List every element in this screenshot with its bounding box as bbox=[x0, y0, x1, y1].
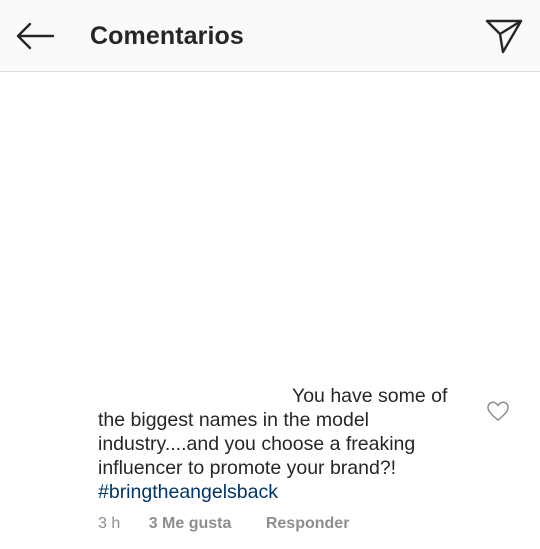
paper-plane-icon bbox=[485, 19, 523, 54]
page-title: Comentarios bbox=[90, 22, 244, 50]
comment-meta: 3 h 3 Me gusta Responder bbox=[98, 514, 349, 534]
comment-time: 3 h bbox=[98, 515, 121, 532]
arrow-left-icon bbox=[16, 22, 55, 50]
top-bar: Comentarios bbox=[0, 0, 540, 72]
comment-likes[interactable]: 3 Me gusta bbox=[149, 515, 232, 532]
hashtag-link[interactable]: #bringtheangelsback bbox=[98, 481, 278, 503]
comment-body: You have some of the biggest names in th… bbox=[98, 384, 470, 504]
comment: You have some of the biggest names in th… bbox=[98, 384, 470, 504]
comment-text: You have some of the biggest names in th… bbox=[98, 385, 448, 479]
like-comment-button[interactable] bbox=[486, 400, 510, 422]
back-button[interactable] bbox=[10, 12, 60, 60]
reply-button[interactable]: Responder bbox=[266, 515, 350, 532]
heart-outline-icon bbox=[487, 401, 509, 421]
share-button[interactable] bbox=[482, 14, 526, 58]
